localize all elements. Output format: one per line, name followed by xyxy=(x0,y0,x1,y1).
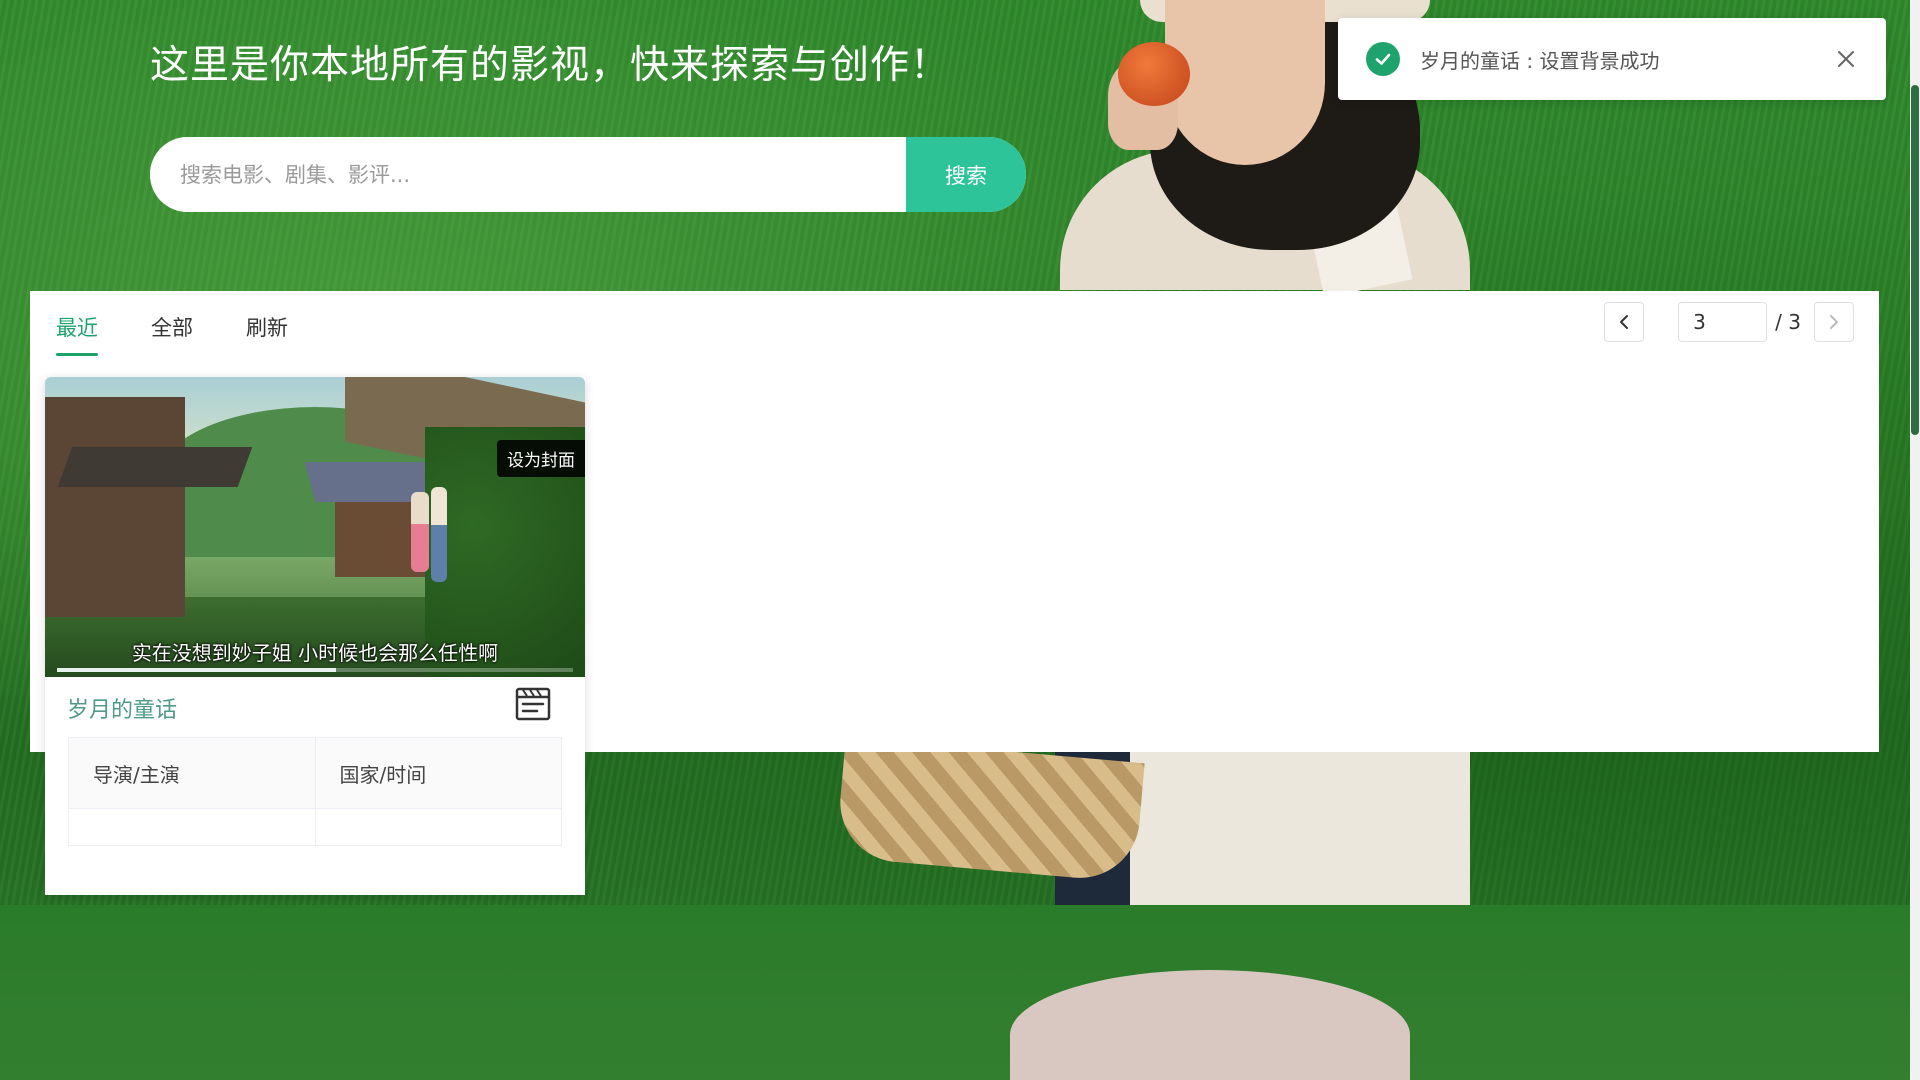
close-icon[interactable] xyxy=(1826,39,1866,79)
tab-refresh[interactable]: 刷新 xyxy=(246,312,288,356)
table-header-country: 国家/时间 xyxy=(314,737,562,809)
video-thumbnail[interactable]: 设为封面 实在没想到妙子姐 小时候也会那么任性啊 xyxy=(45,377,585,677)
page-headline: 这里是你本地所有的影视，快来探索与创作！ xyxy=(150,43,951,88)
tab-recent[interactable]: 最近 xyxy=(56,312,98,356)
set-cover-button[interactable]: 设为封面 xyxy=(497,440,585,477)
page-number-input[interactable] xyxy=(1678,302,1768,342)
chevron-left-icon xyxy=(1620,315,1629,329)
prev-page-button[interactable] xyxy=(1604,302,1645,342)
page-total: / 3 xyxy=(1775,310,1801,334)
movie-title[interactable]: 岁月的童话 xyxy=(67,692,177,724)
chevron-right-icon xyxy=(1830,315,1838,329)
clapperboard-icon[interactable] xyxy=(515,687,551,721)
table-header-director: 导演/主演 xyxy=(68,737,316,809)
toast-message: 岁月的童话 : 设置背景成功 xyxy=(1420,48,1660,73)
search-bar: 搜索 xyxy=(150,137,1026,212)
table-cell xyxy=(314,808,562,846)
search-input[interactable] xyxy=(150,137,906,212)
next-page-button[interactable] xyxy=(1814,302,1854,342)
table-cell xyxy=(68,808,316,846)
search-button[interactable]: 搜索 xyxy=(906,137,1026,212)
pagination: / 3 xyxy=(1604,302,1854,342)
success-toast: 岁月的童话 : 设置背景成功 xyxy=(1338,18,1886,100)
tab-bar: 最近 全部 刷新 xyxy=(56,312,341,356)
table-row xyxy=(68,808,562,846)
movie-card: 设为封面 实在没想到妙子姐 小时候也会那么任性啊 岁月的童话 导演/主演 国家/… xyxy=(45,377,585,895)
video-subtitle: 实在没想到妙子姐 小时候也会那么任性啊 xyxy=(131,641,499,665)
scrollbar-thumb[interactable] xyxy=(1911,85,1919,435)
video-progress-fill xyxy=(57,668,336,672)
movie-info-table: 导演/主演 国家/时间 xyxy=(68,737,562,846)
tab-all[interactable]: 全部 xyxy=(151,312,193,356)
check-circle-icon xyxy=(1366,42,1400,76)
video-progress-bar[interactable] xyxy=(57,668,573,672)
